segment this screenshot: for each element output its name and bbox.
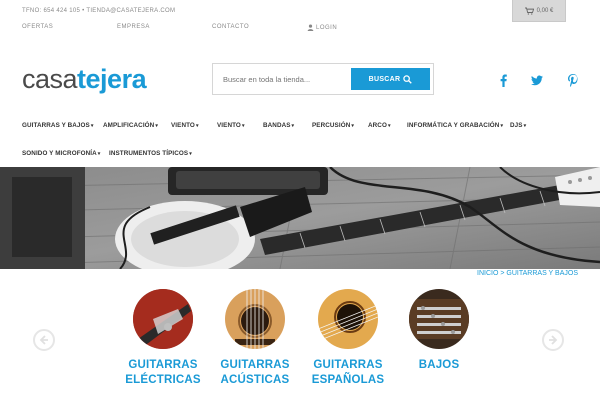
- nav-label: VIENTO: [171, 122, 195, 129]
- search-box: BUSCAR: [212, 63, 434, 95]
- cart-button[interactable]: 0,00 €: [512, 0, 566, 22]
- nav-item-sonido-y-microfonia[interactable]: SONIDO Y MICROFONÍA▾: [22, 150, 100, 157]
- nav-label: SONIDO Y MICROFONÍA: [22, 150, 97, 157]
- search-button[interactable]: BUSCAR: [351, 68, 430, 90]
- search-button-label: BUSCAR: [368, 75, 401, 83]
- caret-down-icon: ▾: [387, 123, 391, 129]
- hero-banner-image: [0, 167, 600, 269]
- category-label-line1: BAJOS: [418, 359, 460, 371]
- nav-item-bandas[interactable]: BANDAS▾: [263, 122, 294, 129]
- nav-item-viento[interactable]: VIENTO▾: [171, 122, 199, 129]
- nav-label: VIENTO: [217, 122, 241, 129]
- category-label: GUITARRAS ESPAÑOLAS: [308, 358, 388, 388]
- nav-label: INSTRUMENTOS TÍPICOS: [109, 150, 189, 157]
- facebook-icon[interactable]: [497, 73, 509, 87]
- nav-label: BANDAS: [263, 122, 291, 129]
- category-image: [318, 289, 378, 349]
- category-guitarras-electricas[interactable]: GUITARRAS ELÉCTRICAS: [123, 289, 203, 388]
- nav-item-percusion[interactable]: PERCUSIÓN▾: [312, 122, 354, 129]
- contact-info: TFNO: 654 424 105 • TIENDA@CASATEJERA.CO…: [22, 8, 176, 14]
- caret-down-icon: ▾: [90, 123, 94, 129]
- nav-item-instrumentos-tipicos[interactable]: INSTRUMENTOS TÍPICOS▾: [109, 150, 192, 157]
- search-input[interactable]: [213, 64, 351, 94]
- ofertas-link[interactable]: OFERTAS: [22, 24, 117, 31]
- nav-item-djs[interactable]: DJS▾: [510, 122, 526, 129]
- category-image: [225, 289, 285, 349]
- breadcrumb-current: GUITARRAS Y BAJOS: [506, 270, 578, 277]
- top-bar: TFNO: 654 424 105 • TIENDA@CASATEJERA.CO…: [0, 0, 600, 38]
- category-label-line2: ELÉCTRICAS: [125, 374, 201, 386]
- nav-item-informatica-y-grabacion[interactable]: INFORMÁTICA Y GRABACIÓN▾: [407, 122, 503, 129]
- caret-down-icon: ▾: [195, 123, 199, 129]
- breadcrumb-separator: >: [500, 270, 505, 277]
- caret-down-icon: ▾: [155, 123, 158, 129]
- category-guitarras-espanolas[interactable]: GUITARRAS ESPAÑOLAS: [308, 289, 388, 388]
- category-bajos[interactable]: BAJOS: [399, 289, 479, 373]
- logo-part-tejera: tejera: [77, 64, 147, 94]
- pinterest-icon[interactable]: [567, 73, 579, 87]
- contacto-link[interactable]: CONTACTO: [212, 24, 307, 31]
- category-image: [133, 289, 193, 349]
- logo-part-casa: casa: [22, 64, 78, 94]
- nav-label: ARCO: [368, 122, 387, 129]
- nav-label: AMPLIFICACIÓN: [103, 122, 155, 129]
- nav-item-viento-2[interactable]: VIENTO▾: [217, 122, 245, 129]
- twitter-icon[interactable]: [531, 73, 543, 87]
- user-icon: [307, 24, 314, 31]
- breadcrumb: INICIO > GUITARRAS Y BAJOS: [477, 270, 578, 277]
- nav-item-amplificacion[interactable]: AMPLIFICACIÓN▾: [103, 122, 158, 129]
- category-guitarras-acusticas[interactable]: GUITARRAS ACÚSTICAS: [215, 289, 295, 388]
- arrow-right-icon: [549, 335, 558, 345]
- category-label-line2: ESPAÑOLAS: [311, 374, 385, 386]
- caret-down-icon: ▾: [241, 123, 245, 129]
- caret-down-icon: ▾: [189, 151, 192, 157]
- caret-down-icon: ▾: [523, 123, 527, 129]
- carousel-prev-button[interactable]: [33, 329, 55, 351]
- cart-icon: [524, 7, 534, 15]
- carousel-next-button[interactable]: [542, 329, 564, 351]
- category-label: BAJOS: [399, 358, 479, 373]
- nav-label: GUITARRAS Y BAJOS: [22, 122, 90, 129]
- category-label-line1: GUITARRAS: [128, 359, 198, 371]
- login-link[interactable]: LOGIN: [307, 24, 337, 31]
- search-icon: [403, 74, 413, 84]
- empresa-link[interactable]: EMPRESA: [117, 24, 212, 31]
- arrow-left-icon: [39, 335, 48, 345]
- caret-down-icon: ▾: [291, 123, 295, 129]
- nav-item-arco[interactable]: ARCO▾: [368, 122, 391, 129]
- category-label: GUITARRAS ELÉCTRICAS: [123, 358, 203, 388]
- nav-label: DJS: [510, 122, 523, 129]
- nav-label: PERCUSIÓN: [312, 122, 351, 129]
- category-label-line1: GUITARRAS: [313, 359, 383, 371]
- nav-label: INFORMÁTICA Y GRABACIÓN: [407, 122, 500, 129]
- breadcrumb-home-link[interactable]: INICIO: [477, 270, 498, 277]
- top-links: OFERTAS EMPRESA CONTACTO LOGIN: [22, 24, 337, 31]
- category-image: [409, 289, 469, 349]
- caret-down-icon: ▾: [351, 123, 354, 129]
- nav-item-guitarras-y-bajos[interactable]: GUITARRAS Y BAJOS▾: [22, 122, 93, 129]
- login-label: LOGIN: [316, 24, 338, 31]
- category-label-line1: GUITARRAS: [220, 359, 290, 371]
- category-label-line2: ACÚSTICAS: [220, 374, 290, 386]
- caret-down-icon: ▾: [500, 123, 504, 129]
- caret-down-icon: ▾: [97, 151, 101, 157]
- cart-total: 0,00 €: [536, 7, 554, 14]
- category-label: GUITARRAS ACÚSTICAS: [215, 358, 295, 388]
- site-logo[interactable]: casatejera: [22, 64, 147, 94]
